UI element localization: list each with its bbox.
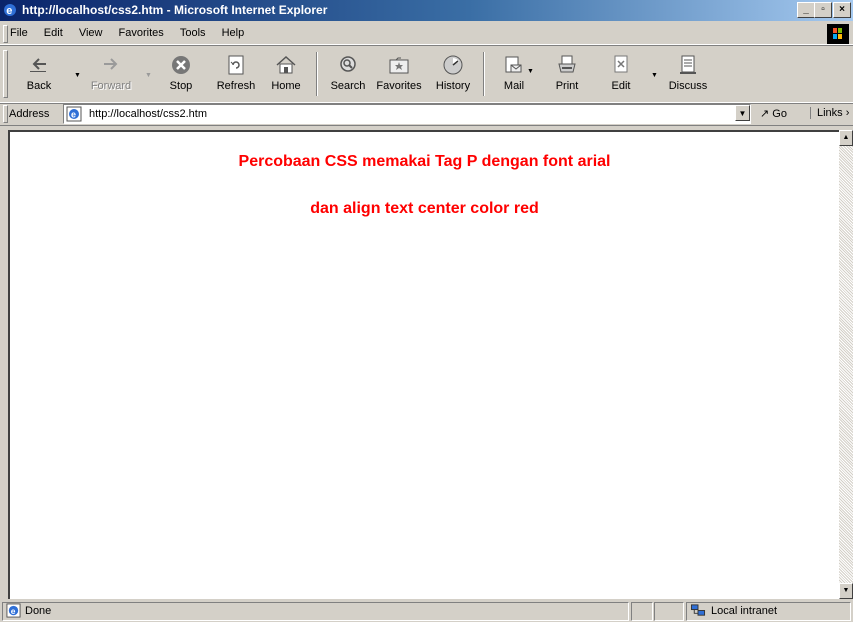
status-text: Done [25, 605, 52, 617]
page-viewport: Percobaan CSS memakai Tag P dengan font … [8, 130, 839, 599]
title-bar: e http://localhost/css2.htm - Microsoft … [0, 0, 853, 21]
ie-logo-icon: e [4, 4, 16, 17]
refresh-button[interactable]: Refresh [211, 50, 261, 96]
windows-logo-icon [827, 24, 849, 44]
history-icon [443, 55, 463, 75]
print-icon [558, 55, 576, 73]
discuss-icon [680, 55, 696, 74]
menu-help[interactable]: Help [222, 27, 245, 39]
forward-button[interactable]: Forward [86, 50, 136, 96]
intranet-zone-icon [690, 604, 706, 616]
toolbar-separator [483, 52, 485, 96]
svg-text:e: e [11, 606, 16, 616]
address-grip [3, 105, 8, 123]
home-button[interactable]: Home [261, 50, 311, 96]
status-bar: e Done Local intranet [0, 599, 853, 622]
scroll-down-icon[interactable]: ▼ [839, 583, 853, 599]
print-button[interactable]: Print [542, 50, 592, 96]
go-label: Go [772, 108, 787, 120]
status-zone-pane: Local intranet [686, 602, 851, 621]
history-button[interactable]: History [428, 50, 478, 96]
menu-tools[interactable]: Tools [180, 27, 206, 39]
edit-icon [614, 55, 628, 73]
standard-toolbar: Back ▼ Forward ▼ Stop Refresh Home Searc… [0, 46, 853, 103]
forward-dropdown-icon: ▼ [145, 72, 152, 79]
vertical-scrollbar[interactable]: ▲ ▼ [839, 130, 853, 599]
edit-button[interactable]: Edit [596, 50, 646, 96]
minimize-button[interactable]: _ [797, 2, 815, 18]
svg-text:e: e [6, 5, 12, 17]
back-button[interactable]: Back [14, 50, 64, 96]
toolbar-grip [3, 50, 8, 98]
go-button[interactable]: ↗ Go [760, 107, 787, 120]
menu-file[interactable]: File [10, 27, 28, 39]
home-icon [276, 55, 296, 74]
page-text-line-2: dan align text center color red [310, 200, 539, 217]
forward-arrow-icon [104, 58, 118, 70]
search-icon [340, 56, 356, 72]
page-text-line-1: Percobaan CSS memakai Tag P dengan font … [238, 153, 611, 170]
address-label: Address [9, 108, 50, 120]
stop-icon [172, 56, 190, 74]
address-dropdown-icon[interactable]: ▼ [735, 105, 750, 121]
links-button[interactable]: Links › [810, 107, 849, 119]
address-url: http://localhost/css2.htm [89, 108, 207, 120]
menu-edit[interactable]: Edit [44, 27, 63, 39]
maximize-button[interactable]: ▫ [814, 2, 832, 18]
stop-button[interactable]: Stop [156, 50, 206, 96]
favorites-button[interactable]: Favorites [374, 50, 424, 96]
scroll-up-icon[interactable]: ▲ [839, 130, 853, 146]
discuss-button[interactable]: Discuss [663, 50, 713, 96]
refresh-icon [228, 55, 244, 75]
close-button[interactable]: × [833, 2, 851, 18]
menu-grip [3, 25, 8, 43]
status-page-icon: e [6, 603, 21, 618]
mail-icon [505, 56, 522, 73]
status-main-pane: e Done [2, 602, 629, 621]
links-label: Links [817, 107, 843, 119]
chevron-right-icon: › [845, 107, 850, 119]
go-arrow-icon: ↗ [760, 108, 770, 120]
status-pane-empty [654, 602, 684, 621]
favorites-icon [389, 57, 409, 74]
status-pane-empty [631, 602, 653, 621]
back-dropdown-icon[interactable]: ▼ [74, 72, 81, 79]
search-button[interactable]: Search [323, 50, 373, 96]
toolbar-separator [316, 52, 318, 96]
menu-favorites[interactable]: Favorites [119, 27, 164, 39]
back-arrow-icon [30, 58, 46, 72]
address-bar: Address e http://localhost/css2.htm ▼ ↗ … [0, 103, 853, 126]
menu-bar: File Edit View Favorites Tools Help [0, 23, 853, 45]
svg-text:e: e [71, 110, 76, 120]
menu-view[interactable]: View [79, 27, 103, 39]
page-ie-icon: e [66, 106, 82, 122]
edit-dropdown-icon[interactable]: ▼ [651, 72, 658, 79]
window-title: http://localhost/css2.htm - Microsoft In… [22, 3, 328, 17]
status-zone-text: Local intranet [711, 605, 778, 617]
address-input[interactable]: e http://localhost/css2.htm ▼ [63, 104, 751, 124]
mail-dropdown-icon[interactable]: ▼ [527, 68, 534, 75]
